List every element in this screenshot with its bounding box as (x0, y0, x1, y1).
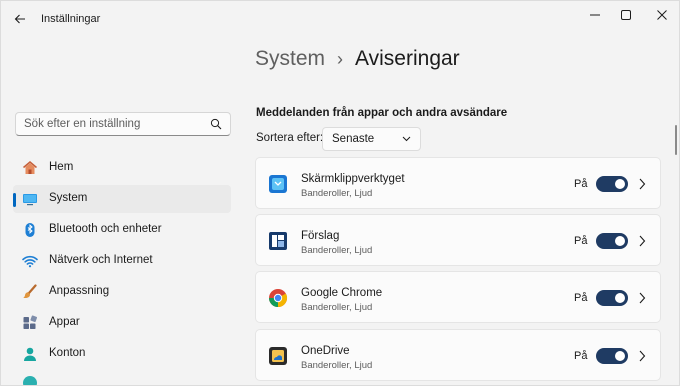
app-card-suggestions[interactable]: Förslag Banderoller, Ljud På (255, 214, 661, 266)
close-icon (657, 10, 667, 20)
notification-toggle[interactable] (596, 176, 628, 192)
sidebar-item-label: Hem (49, 161, 74, 173)
toggle-state-label: På (574, 350, 588, 362)
sidebar-item-bluetooth[interactable]: Bluetooth och enheter (13, 216, 231, 244)
person-icon (24, 347, 36, 361)
sidebar-item-partial (22, 375, 38, 385)
app-card-snipping-tool[interactable]: Skärmklippverktyget Banderoller, Ljud På (255, 157, 661, 209)
sidebar-item-label: Konton (49, 347, 86, 359)
toggle-knob (615, 351, 625, 361)
notification-toggle[interactable] (596, 348, 628, 364)
settings-window: Inställningar Sök efter en inställning H… (0, 0, 680, 386)
bluetooth-icon (25, 223, 35, 237)
app-title: Inställningar (41, 13, 101, 25)
app-card-onedrive[interactable]: OneDrive Banderoller, Ljud På (255, 329, 661, 381)
sidebar-item-system[interactable]: System (13, 185, 231, 213)
toggle-knob (615, 179, 625, 189)
close-button[interactable] (646, 3, 678, 27)
sidebar-item-hem[interactable]: Hem (13, 154, 231, 182)
app-subtitle: Banderoller, Ljud (301, 302, 373, 313)
notification-toggle[interactable] (596, 290, 628, 306)
maximize-button[interactable] (610, 3, 642, 27)
back-button[interactable] (9, 8, 31, 30)
wifi-icon (22, 255, 38, 268)
app-name: OneDrive (301, 345, 350, 357)
sidebar-item-label: System (49, 192, 88, 204)
section-heading: Meddelanden från appar och andra avsända… (256, 107, 508, 119)
search-input[interactable]: Sök efter en inställning (15, 112, 231, 136)
home-icon (23, 161, 37, 174)
search-placeholder: Sök efter en inställning (24, 118, 141, 130)
selected-indicator (13, 193, 16, 207)
snipping-tool-icon (269, 175, 287, 193)
sidebar-item-accounts[interactable]: Konton (13, 340, 231, 368)
toggle-state-label: På (574, 178, 588, 190)
app-subtitle: Banderoller, Ljud (301, 245, 373, 256)
sort-value: Senaste (332, 133, 375, 145)
scrollbar[interactable] (675, 125, 677, 155)
notification-toggle[interactable] (596, 233, 628, 249)
arrow-left-icon (14, 14, 25, 24)
sidebar-item-network[interactable]: Nätverk och Internet (13, 247, 231, 275)
breadcrumb-separator: › (337, 48, 344, 69)
chevron-down-icon (402, 136, 411, 142)
breadcrumb: System › Aviseringar (255, 47, 460, 71)
chevron-right-icon[interactable] (638, 178, 646, 190)
sort-label: Sortera efter: (256, 132, 324, 144)
app-name: Google Chrome (301, 287, 383, 299)
onedrive-icon (269, 347, 287, 365)
toggle-state-label: På (574, 235, 588, 247)
monitor-icon (23, 194, 37, 206)
minimize-icon (590, 14, 600, 16)
sidebar-item-apps[interactable]: Appar (13, 309, 231, 337)
sidebar-item-label: Appar (49, 316, 80, 328)
partial-icon (23, 376, 37, 385)
sidebar-item-label: Bluetooth och enheter (49, 223, 162, 235)
app-subtitle: Banderoller, Ljud (301, 188, 373, 199)
app-card-google-chrome[interactable]: Google Chrome Banderoller, Ljud På (255, 271, 661, 323)
sort-dropdown[interactable]: Senaste (322, 127, 421, 151)
chevron-right-icon[interactable] (638, 292, 646, 304)
search-icon (210, 118, 222, 130)
apps-grid-icon (23, 315, 38, 329)
chrome-icon (269, 289, 288, 307)
app-name: Skärmklippverktyget (301, 173, 405, 185)
suggestions-icon (269, 232, 287, 250)
chevron-right-icon[interactable] (638, 235, 646, 247)
app-name: Förslag (301, 230, 340, 242)
chevron-right-icon[interactable] (638, 350, 646, 362)
title-bar: Inställningar (1, 1, 679, 37)
toggle-knob (615, 293, 625, 303)
page-title: Aviseringar (355, 47, 460, 70)
sidebar-item-label: Nätverk och Internet (49, 254, 153, 266)
minimize-button[interactable] (579, 3, 611, 27)
sidebar-item-personalization[interactable]: Anpassning (13, 278, 231, 306)
toggle-state-label: På (574, 292, 588, 304)
toggle-knob (615, 236, 625, 246)
paintbrush-icon (23, 284, 37, 298)
sidebar-item-label: Anpassning (49, 285, 110, 297)
app-subtitle: Banderoller, Ljud (301, 360, 373, 371)
maximize-icon (621, 10, 631, 20)
breadcrumb-parent[interactable]: System (255, 47, 325, 71)
